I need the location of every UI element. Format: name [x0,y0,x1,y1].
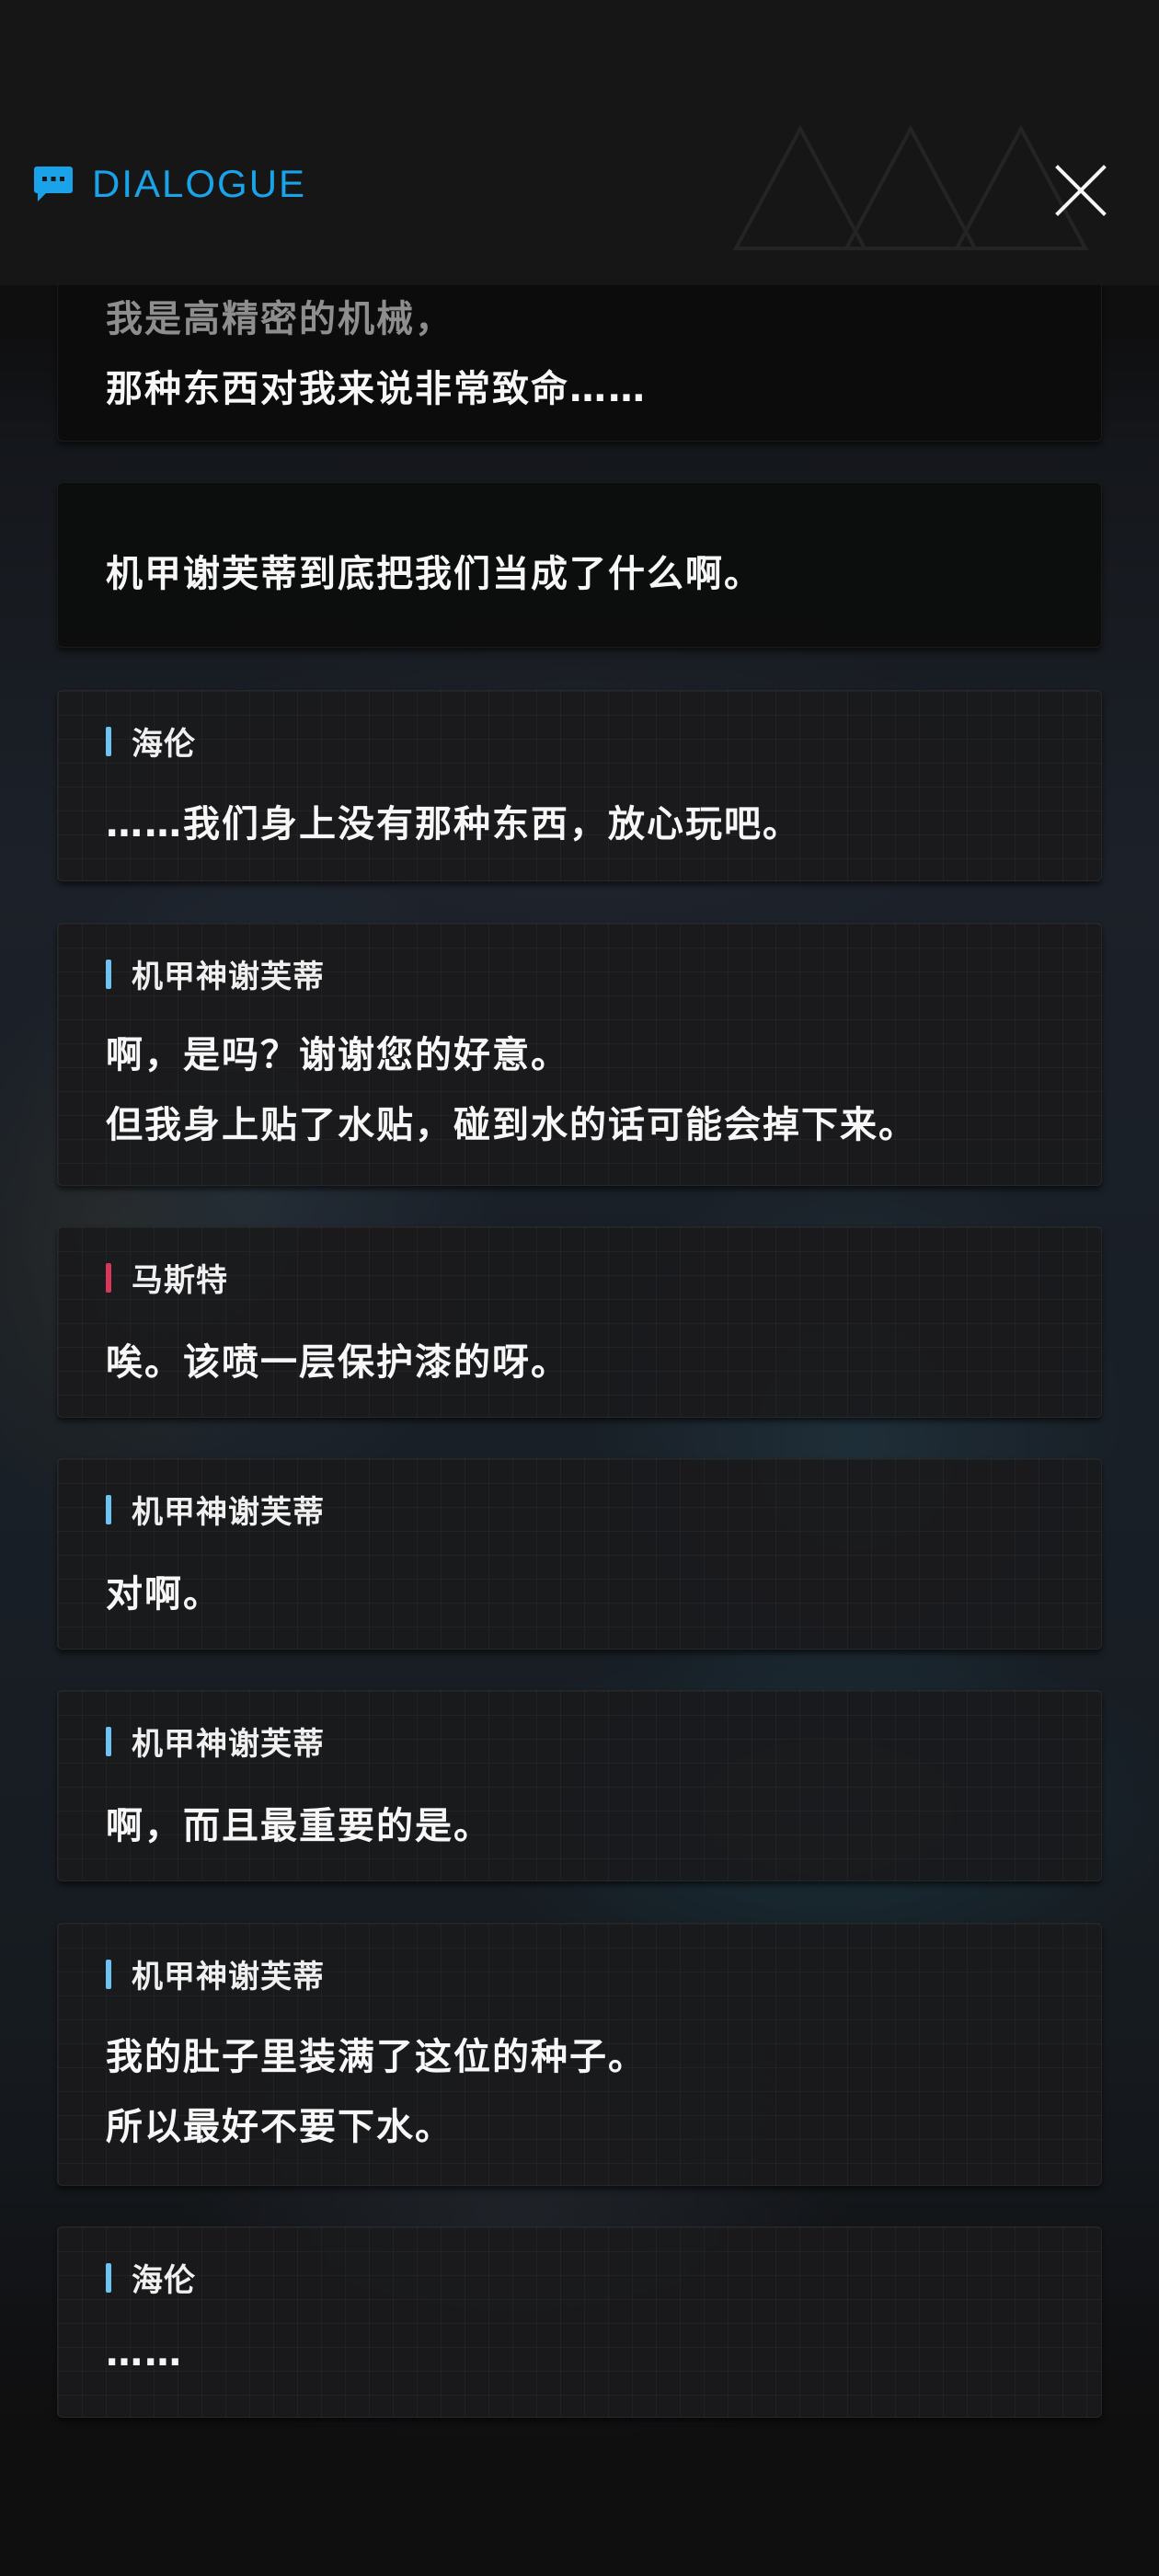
speaker-color-bar [106,959,111,989]
dialogue-header: DIALOGUE [0,0,1159,285]
speaker-label: 海伦 [106,2255,196,2300]
speaker-label: 海伦 [106,719,196,764]
dialogue-entry: 机甲神谢芙蒂 啊，是吗？谢谢您的好意。 但我身上贴了水贴，碰到水的话可能会掉下来… [57,923,1102,1186]
dialogue-entry: 机甲神谢芙蒂 我的肚子里装满了这位的种子。 所以最好不要下水。 [57,1923,1102,2186]
dialogue-line: 唉。该喷一层保护漆的呀。 [106,1341,569,1384]
dialogue-list[interactable]: 我是高精密的机械， 那种东西对我来说非常致命…… 机甲谢芙蒂到底把我们当成了什么… [0,0,1159,2576]
dialogue-line: 我是高精密的机械， [106,298,453,340]
speaker-name: 马斯特 [132,1262,228,1299]
speaker-label: 机甲神谢芙蒂 [106,1951,325,1996]
dialogue-title-text: DIALOGUE [92,162,307,205]
speaker-color-bar [106,1959,111,1989]
dialogue-line: 我的肚子里装满了这位的种子。 [106,2036,647,2078]
speaker-name: 海伦 [132,2262,196,2299]
dialogue-entry: 马斯特 唉。该喷一层保护漆的呀。 [57,1226,1102,1418]
speaker-color-bar [106,1494,111,1524]
dialogue-entry: 机甲谢芙蒂到底把我们当成了什么啊。 [57,482,1102,648]
dialogue-line: 机甲谢芙蒂到底把我们当成了什么啊。 [106,553,763,595]
dialogue-line: 啊，是吗？谢谢您的好意。 [106,1034,569,1076]
close-icon[interactable] [1049,158,1113,223]
speaker-label: 马斯特 [106,1255,228,1300]
dialogue-entry: 机甲神谢芙蒂 对啊。 [57,1458,1102,1650]
speaker-name: 机甲神谢芙蒂 [132,1494,325,1531]
speaker-name: 机甲神谢芙蒂 [132,1726,325,1763]
dialogue-line: 对啊。 [106,1573,222,1616]
speaker-name: 机甲神谢芙蒂 [132,1959,325,1995]
chat-bubble-icon [34,167,73,201]
speaker-label: 机甲神谢芙蒂 [106,1719,325,1764]
dialogue-log-screen: 我是高精密的机械， 那种东西对我来说非常致命…… 机甲谢芙蒂到底把我们当成了什么… [0,0,1159,2576]
dialogue-entry: 我是高精密的机械， 那种东西对我来说非常致命…… [57,276,1102,442]
dialogue-entry: 机甲神谢芙蒂 啊，而且最重要的是。 [57,1690,1102,1881]
dialogue-line: 但我身上贴了水贴，碰到水的话可能会掉下来。 [106,1104,917,1146]
speaker-label: 机甲神谢芙蒂 [106,951,325,996]
speaker-color-bar [106,1262,111,1293]
dialogue-line: 那种东西对我来说非常致命…… [106,368,647,410]
dialogue-title: DIALOGUE [33,162,306,206]
speaker-color-bar [106,1726,111,1756]
dialogue-entry: 海伦 ……我们身上没有那种东西，放心玩吧。 [57,690,1102,881]
dialogue-line: …… [106,2332,183,2375]
dialogue-line: 啊，而且最重要的是。 [106,1805,492,1847]
speaker-name: 海伦 [132,726,196,763]
speaker-label: 机甲神谢芙蒂 [106,1487,325,1532]
dialogue-line: 所以最好不要下水。 [106,2106,453,2148]
dialogue-entry: 海伦 …… [57,2226,1102,2418]
speaker-color-bar [106,726,111,756]
dialogue-line: ……我们身上没有那种东西，放心玩吧。 [106,803,801,845]
speaker-color-bar [106,2262,111,2293]
speaker-name: 机甲神谢芙蒂 [132,959,325,995]
